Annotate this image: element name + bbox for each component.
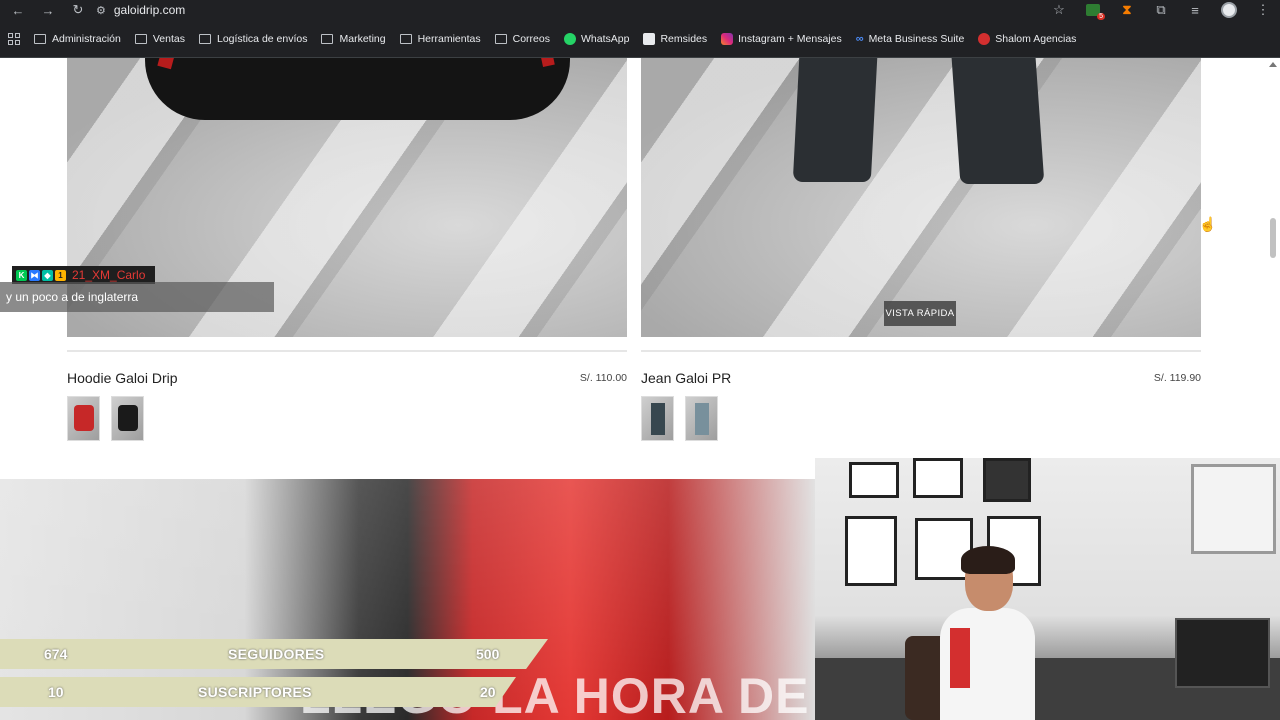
person	[940, 608, 1035, 720]
subscribers-current: 10	[48, 684, 64, 700]
bookmark-ventas[interactable]: Ventas	[134, 33, 185, 45]
product-price: S/. 110.00	[579, 372, 627, 384]
subscribers-goal-bar: 10 SUSCRIPTORES 20	[0, 677, 516, 707]
webcam-feed	[815, 458, 1280, 720]
followers-current: 674	[44, 646, 68, 662]
subscribers-goal: 20	[480, 684, 496, 700]
hoodie-graphic	[145, 58, 570, 120]
swatch-list	[67, 396, 627, 441]
subscribers-label: SUSCRIPTORES	[198, 684, 312, 700]
product-card-jean[interactable]: Jean Galoi PR S/. 119.90	[641, 58, 1201, 441]
folder-icon	[321, 33, 334, 44]
remsides-icon	[643, 32, 656, 45]
product-name[interactable]: Jean Galoi PR	[641, 370, 731, 386]
followers-goal-bar: 674 SEGUIDORES 500	[0, 639, 548, 669]
extension-green-icon[interactable]	[1076, 0, 1110, 20]
folder-icon	[134, 33, 147, 44]
person-hair	[961, 546, 1015, 574]
scroll-up-arrow-icon[interactable]	[1269, 62, 1277, 67]
forward-icon[interactable]: →	[38, 0, 58, 20]
toolbar-actions: ☆ ⧗ ⧉ ≡ ⋮	[1042, 0, 1280, 20]
divider	[641, 350, 1201, 352]
badge-icon: K	[16, 269, 27, 281]
followers-label: SEGUIDORES	[228, 646, 325, 662]
swatch-black[interactable]	[111, 396, 144, 441]
folder-icon	[34, 33, 46, 44]
badge-icon: ◆	[42, 269, 53, 281]
badge-icon: ⧓	[29, 269, 40, 281]
jeans-graphic-left	[792, 58, 878, 182]
address-bar[interactable]: ⚙ galoidrip.com	[96, 0, 185, 20]
bookmark-administracion[interactable]: Administración	[34, 33, 121, 45]
browser-toolbar: ← → ↻ ⚙ galoidrip.com ☆ ⧗ ⧉ ≡ ⋮	[0, 0, 1280, 20]
site-info-icon[interactable]: ⚙	[96, 4, 106, 17]
tab-search-icon[interactable]: ≡	[1178, 0, 1212, 20]
instagram-icon	[721, 32, 734, 45]
folder-icon	[199, 33, 211, 44]
bookmark-instagram[interactable]: Instagram + Mensajes	[721, 32, 842, 45]
wall-frame	[845, 516, 897, 586]
bookmark-marketing[interactable]: Marketing	[321, 33, 386, 45]
stream-scene: LLEGO LA HORA DE 674 SEGUIDORES 500 10 S…	[0, 479, 815, 720]
swatch-red[interactable]	[67, 396, 100, 441]
product-card-hoodie[interactable]: Hoodie Galoi Drip S/. 110.00	[67, 58, 627, 441]
bookmark-shalom[interactable]: Shalom Agencias	[978, 32, 1076, 45]
bookmark-meta-business[interactable]: ∞ Meta Business Suite	[856, 33, 965, 45]
hand-cursor-icon: ☝	[1199, 216, 1217, 232]
monitor	[1175, 618, 1270, 688]
shalom-icon	[978, 32, 991, 45]
product-price: S/. 119.90	[1153, 372, 1201, 384]
jeans-graphic-right	[951, 58, 1045, 184]
wall-frame	[1191, 464, 1276, 554]
extension-orange-icon[interactable]: ⧗	[1110, 0, 1144, 20]
product-image[interactable]	[641, 58, 1201, 337]
chat-username: 21_XM_Carlo	[72, 268, 146, 282]
bookmark-remsides[interactable]: Remsides	[643, 32, 707, 45]
folder-icon	[399, 33, 412, 44]
apps-grid-icon[interactable]	[8, 32, 20, 45]
bookmark-correos[interactable]: Correos	[494, 33, 550, 45]
swatch-dark[interactable]	[641, 396, 674, 441]
bookmark-star-icon[interactable]: ☆	[1042, 0, 1076, 20]
followers-goal: 500	[476, 646, 500, 662]
whatsapp-icon	[563, 32, 576, 45]
extensions-puzzle-icon[interactable]: ⧉	[1144, 0, 1178, 20]
wall-frame	[983, 458, 1031, 502]
folder-icon	[494, 33, 507, 44]
wall-frame	[913, 458, 963, 498]
bookmark-whatsapp[interactable]: WhatsApp	[563, 32, 629, 45]
swatch-list	[641, 396, 1201, 441]
reload-icon[interactable]: ↻	[68, 0, 88, 20]
wall-frame	[849, 462, 899, 498]
product-name[interactable]: Hoodie Galoi Drip	[67, 370, 178, 386]
divider	[67, 350, 627, 352]
chat-message: y un poco a de inglaterra	[0, 282, 274, 312]
badge-icon: 1	[55, 269, 66, 281]
bookmarks-bar: Administración Ventas Logística de envío…	[0, 20, 1280, 58]
quick-view-button[interactable]: VISTA RÁPIDA	[884, 301, 956, 326]
menu-kebab-icon[interactable]: ⋮	[1246, 0, 1280, 20]
meta-icon: ∞	[855, 32, 864, 45]
profile-avatar[interactable]	[1212, 0, 1246, 20]
url-text: galoidrip.com	[113, 3, 186, 17]
scrollbar-thumb[interactable]	[1270, 218, 1276, 258]
bookmark-herramientas[interactable]: Herramientas	[399, 33, 481, 45]
back-icon[interactable]: ←	[8, 0, 28, 20]
bookmark-logistica[interactable]: Logística de envíos	[199, 33, 307, 45]
swatch-green[interactable]	[685, 396, 718, 441]
